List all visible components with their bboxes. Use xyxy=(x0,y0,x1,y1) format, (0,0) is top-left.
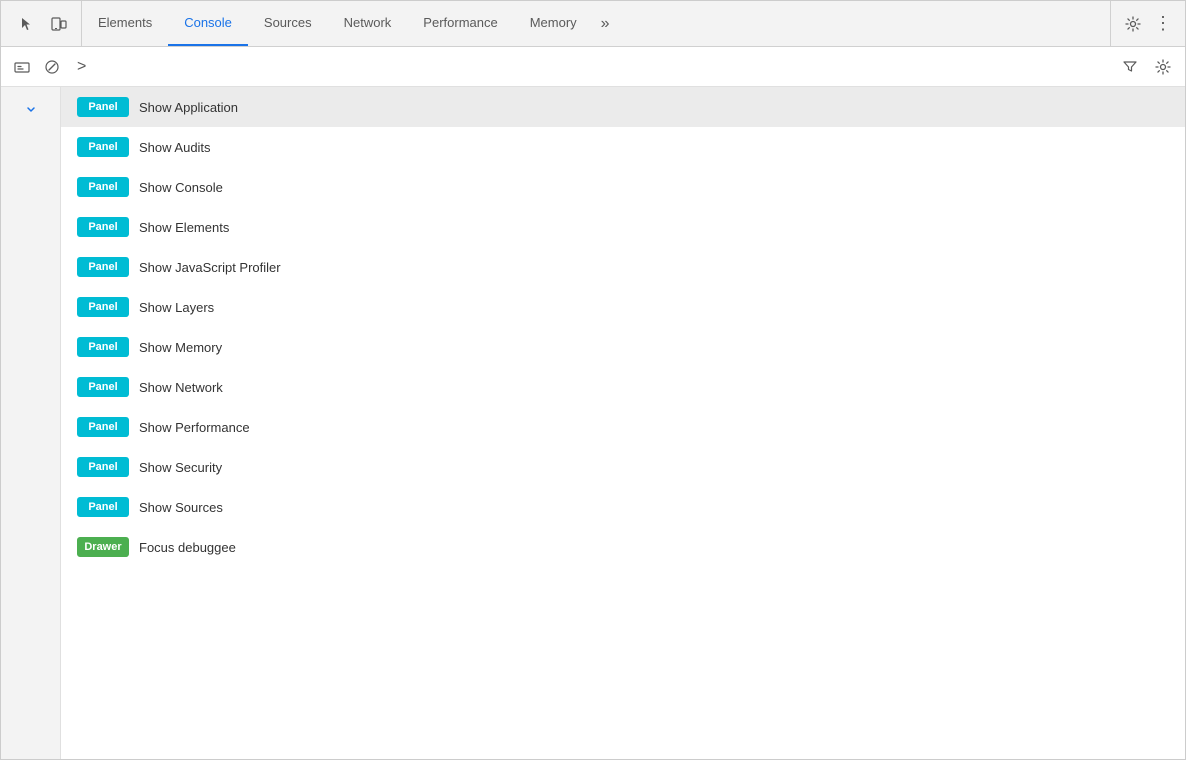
second-toolbar: > xyxy=(1,47,1185,87)
list-item[interactable]: Panel Show Audits xyxy=(61,127,1185,167)
item-label: Show Network xyxy=(139,380,223,395)
item-label: Show JavaScript Profiler xyxy=(139,260,281,275)
list-item[interactable]: Panel Show Layers xyxy=(61,287,1185,327)
badge-panel: Panel xyxy=(77,337,129,357)
badge-panel: Panel xyxy=(77,457,129,477)
badge-panel: Panel xyxy=(77,137,129,157)
item-label: Show Console xyxy=(139,180,223,195)
list-item[interactable]: Panel Show Console xyxy=(61,167,1185,207)
tab-performance[interactable]: Performance xyxy=(407,1,513,46)
badge-panel: Panel xyxy=(77,217,129,237)
second-toolbar-right xyxy=(1117,53,1177,81)
tab-overflow-button[interactable]: » xyxy=(593,1,618,46)
tab-elements[interactable]: Elements xyxy=(82,1,168,46)
badge-panel: Panel xyxy=(77,97,129,117)
tab-console[interactable]: Console xyxy=(168,1,248,46)
filter-icon-button[interactable] xyxy=(1117,54,1143,80)
list-item[interactable]: Drawer Focus debuggee xyxy=(61,527,1185,567)
cursor-icon-button[interactable] xyxy=(13,10,41,38)
left-sidebar xyxy=(1,87,61,759)
item-label: Show Layers xyxy=(139,300,214,315)
list-item[interactable]: Panel Show Memory xyxy=(61,327,1185,367)
toolbar-icon-group xyxy=(5,1,82,46)
item-label: Show Sources xyxy=(139,500,223,515)
devtools-container: Elements Console Sources Network Perform… xyxy=(0,0,1186,760)
item-label: Show Elements xyxy=(139,220,229,235)
toolbar-right: ⋮ xyxy=(1110,1,1181,46)
prompt-caret: > xyxy=(77,58,86,76)
item-label: Show Security xyxy=(139,460,222,475)
badge-panel: Panel xyxy=(77,377,129,397)
tab-bar: Elements Console Sources Network Perform… xyxy=(82,1,1110,46)
list-item[interactable]: Panel Show Performance xyxy=(61,407,1185,447)
console-messages-icon-button[interactable] xyxy=(9,54,35,80)
main-content: Panel Show Application Panel Show Audits… xyxy=(1,87,1185,759)
item-label: Show Application xyxy=(139,100,238,115)
tab-memory[interactable]: Memory xyxy=(514,1,593,46)
item-label: Show Audits xyxy=(139,140,211,155)
sidebar-expand-button[interactable] xyxy=(17,95,45,123)
tab-sources[interactable]: Sources xyxy=(248,1,328,46)
settings-icon-button[interactable] xyxy=(1119,10,1147,38)
list-item[interactable]: Panel Show Network xyxy=(61,367,1185,407)
clear-console-icon-button[interactable] xyxy=(39,54,65,80)
badge-drawer: Drawer xyxy=(77,537,129,557)
badge-panel: Panel xyxy=(77,257,129,277)
item-label: Show Performance xyxy=(139,420,250,435)
list-item[interactable]: Panel Show JavaScript Profiler xyxy=(61,247,1185,287)
badge-panel: Panel xyxy=(77,497,129,517)
list-item[interactable]: Panel Show Sources xyxy=(61,487,1185,527)
device-toolbar-icon-button[interactable] xyxy=(45,10,73,38)
list-item[interactable]: Panel Show Security xyxy=(61,447,1185,487)
item-label: Show Memory xyxy=(139,340,222,355)
badge-panel: Panel xyxy=(77,297,129,317)
top-toolbar: Elements Console Sources Network Perform… xyxy=(1,1,1185,47)
list-item[interactable]: Panel Show Elements xyxy=(61,207,1185,247)
console-settings-icon-button[interactable] xyxy=(1149,53,1177,81)
command-dropdown-panel: Panel Show Application Panel Show Audits… xyxy=(61,87,1185,759)
console-input-area[interactable]: > xyxy=(69,54,1113,80)
badge-panel: Panel xyxy=(77,177,129,197)
item-label: Focus debuggee xyxy=(139,540,236,555)
kebab-menu-button[interactable]: ⋮ xyxy=(1153,10,1173,38)
tab-network[interactable]: Network xyxy=(328,1,408,46)
list-item[interactable]: Panel Show Application xyxy=(61,87,1185,127)
badge-panel: Panel xyxy=(77,417,129,437)
